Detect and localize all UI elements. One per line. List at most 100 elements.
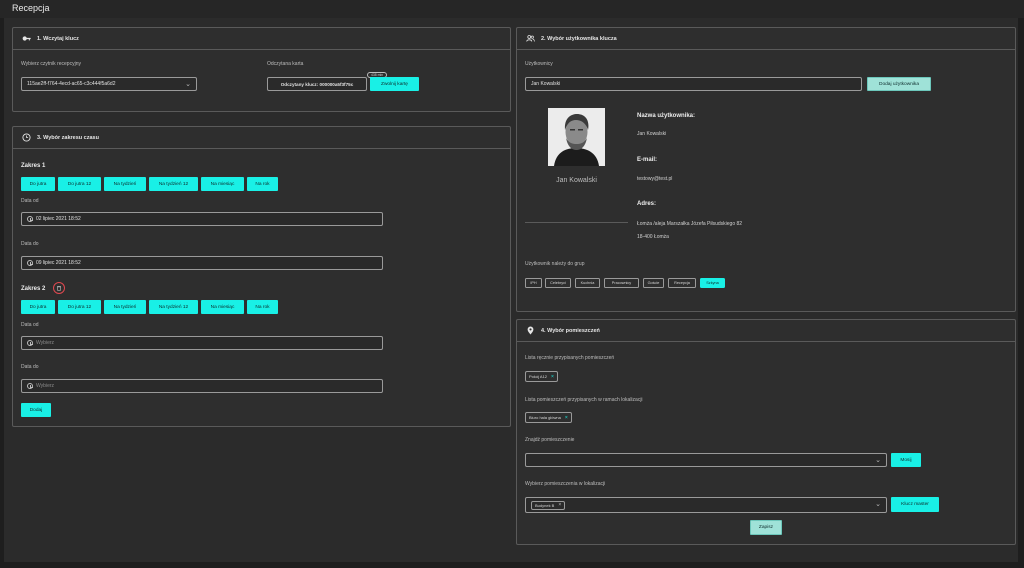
range2-from-input[interactable]: Wybierz bbox=[21, 336, 383, 350]
name-heading: Nazwa użytkownika: bbox=[637, 113, 696, 119]
range1-preset-button[interactable]: Na tydzień 12 bbox=[149, 177, 198, 191]
range2-preset-button[interactable]: Na rok bbox=[247, 300, 278, 314]
clock-icon bbox=[27, 340, 33, 346]
manual-room-tag: Pokój A12 × bbox=[525, 371, 558, 382]
user-card-name: Jan Kowalski bbox=[556, 177, 597, 184]
users-icon bbox=[525, 34, 535, 44]
range1-preset-button[interactable]: Do jutra bbox=[21, 177, 55, 191]
trash-icon bbox=[57, 286, 61, 291]
address-line2: 18-400 Łomża bbox=[637, 234, 669, 240]
location-pin-icon bbox=[525, 326, 535, 336]
group-chip: IPH bbox=[525, 278, 542, 288]
location-room-tag: Biuro hala główna × bbox=[525, 412, 572, 423]
range2-delete-button[interactable] bbox=[53, 282, 65, 294]
range1-title: Zakres 1 bbox=[21, 163, 46, 169]
choose-rooms-label: Wybierz pomieszczenia w lokalizacji bbox=[525, 481, 606, 487]
range2-preset-button[interactable]: Na tydzień bbox=[104, 300, 146, 314]
panel-read-key-title: 1. Wczytaj klucz bbox=[37, 35, 79, 42]
range2-from-label: Data od bbox=[21, 322, 39, 328]
reader-select[interactable]: 115ae2ff-f764-4ecd-ac65-c3c444f5a6d2 ⌄ bbox=[21, 77, 197, 91]
location-rooms-label: Lista pomieszczeń przypisanych w ramach … bbox=[525, 397, 643, 403]
chevron-down-icon: ⌄ bbox=[875, 457, 881, 464]
range2-title: Zakres 2 bbox=[21, 286, 46, 292]
location-room-tag-label: Biuro hala główna bbox=[529, 415, 561, 420]
range1-preset-button[interactable]: Na miesiąc bbox=[201, 177, 244, 191]
add-user-button[interactable]: Dodaj użytkownika bbox=[867, 77, 931, 91]
clock-icon bbox=[27, 383, 33, 389]
top-bar: Recepcja bbox=[0, 0, 1024, 18]
panel-user-title: 2. Wybór użytkownika klucza bbox=[541, 35, 617, 42]
master-key-button[interactable]: Klucz master bbox=[891, 497, 939, 512]
range2-to-label: Data do bbox=[21, 364, 39, 370]
manual-room-tag-label: Pokój A12 bbox=[529, 374, 548, 379]
card-label: Odczytana karta bbox=[267, 61, 304, 67]
email-heading: E-mail: bbox=[637, 157, 658, 163]
range2-preset-button[interactable]: Na tydzień 12 bbox=[149, 300, 198, 314]
panel-rooms-title: 4. Wybór pomieszczeń bbox=[541, 327, 600, 334]
range2-to-input[interactable]: Wybierz bbox=[21, 379, 383, 393]
range1-preset-button[interactable]: Na tydzień bbox=[104, 177, 146, 191]
chevron-down-icon: ⌄ bbox=[185, 81, 191, 88]
panel-rooms-header: 4. Wybór pomieszczeń bbox=[517, 320, 1015, 342]
range2-preset-button[interactable]: Na miesiąc bbox=[201, 300, 244, 314]
user-photo bbox=[548, 108, 605, 166]
groups-label: Użytkownik należy do grup bbox=[525, 261, 585, 267]
avatar bbox=[548, 108, 605, 166]
manual-rooms-label: Lista ręcznie przypisanych pomieszczeń bbox=[525, 355, 615, 361]
range1-from-value: 02 lipiec 2021 18:52 bbox=[36, 216, 81, 222]
range1-from-input[interactable]: 02 lipiec 2021 18:52 bbox=[21, 212, 383, 226]
clock-icon bbox=[27, 216, 33, 222]
user-card: Jan Kowalski bbox=[525, 108, 628, 223]
reader-label: Wybierz czytnik recepcyjny bbox=[21, 61, 81, 67]
panel-rooms: 4. Wybór pomieszczeń Lista ręcznie przyp… bbox=[516, 319, 1016, 545]
range1-to-label: Data do bbox=[21, 241, 39, 247]
panel-read-key: 1. Wczytaj klucz Wybierz czytnik recepcy… bbox=[12, 27, 511, 112]
save-button[interactable]: Zapisz bbox=[750, 520, 782, 535]
range1-preset-button[interactable]: Na rok bbox=[247, 177, 278, 191]
name-value: Jan Kowalski bbox=[637, 131, 667, 137]
reader-select-value: 115ae2ff-f764-4ecd-ac65-c3c444f5a6d2 bbox=[27, 81, 116, 87]
users-input[interactable]: Jan Kowalski bbox=[525, 77, 862, 91]
card-field: Odczytany klucz: 000000a5f3f75c bbox=[267, 77, 367, 91]
users-label: Użytkownicy bbox=[525, 61, 553, 67]
chevron-down-icon: ⌄ bbox=[875, 501, 881, 508]
add-range-button[interactable]: Dodaj bbox=[21, 403, 51, 417]
key-icon bbox=[21, 34, 31, 44]
remove-tag-icon[interactable]: × bbox=[551, 374, 554, 380]
email-value: testowy@test.pl bbox=[637, 176, 673, 182]
clock-icon bbox=[21, 133, 31, 143]
find-room-label: Znajdź pomieszczenie bbox=[525, 437, 575, 443]
range2-to-placeholder: Wybierz bbox=[36, 383, 55, 389]
address-line1: Łomża /aleja Marszałka Józefa Piłsudskie… bbox=[637, 221, 743, 227]
release-card-button[interactable]: Zwolnij kartę bbox=[370, 77, 419, 91]
find-room-button[interactable]: Mosij bbox=[891, 453, 921, 467]
card-value: Odczytany klucz: 000000a5f3f75c bbox=[280, 81, 354, 87]
range1-to-value: 09 lipiec 2021 18:52 bbox=[36, 260, 81, 266]
choose-rooms-select[interactable]: Budynek B × ⌄ bbox=[525, 497, 887, 513]
main-content: 1. Wczytaj klucz Wybierz czytnik recepcy… bbox=[4, 18, 1018, 562]
group-chip: Celebryci bbox=[545, 278, 571, 288]
building-tag-label: Budynek B bbox=[535, 502, 555, 508]
group-chip: Recepcja bbox=[668, 278, 696, 288]
range1-from-label: Data od bbox=[21, 198, 39, 204]
users-input-value: Jan Kowalski bbox=[531, 81, 561, 87]
range2-preset-button[interactable]: Do jutra 12 bbox=[58, 300, 101, 314]
group-chip: Kuchnia bbox=[575, 278, 600, 288]
panel-time-range: 3. Wybór zakresu czasu Zakres 1 Do jutra… bbox=[12, 126, 511, 427]
remove-tag-icon[interactable]: × bbox=[565, 415, 568, 421]
building-tag: Budynek B × bbox=[531, 500, 566, 510]
app-title: Recepcja bbox=[12, 3, 50, 13]
remove-tag-icon[interactable]: × bbox=[558, 502, 561, 508]
range2-from-placeholder: Wybierz bbox=[36, 340, 55, 346]
find-room-select[interactable]: ⌄ bbox=[525, 453, 887, 467]
group-chip: Pracownicy bbox=[604, 278, 639, 288]
panel-user: 2. Wybór użytkownika klucza Użytkownicy … bbox=[516, 27, 1016, 312]
group-chip-selected: Szkyna bbox=[700, 278, 725, 288]
panel-time-range-title: 3. Wybór zakresu czasu bbox=[37, 134, 99, 141]
range2-preset-button[interactable]: Do jutra bbox=[21, 300, 55, 314]
range1-to-input[interactable]: 09 lipiec 2021 18:52 bbox=[21, 256, 383, 270]
range1-preset-button[interactable]: Do jutra 12 bbox=[58, 177, 101, 191]
panel-time-range-header: 3. Wybór zakresu czasu bbox=[13, 127, 510, 149]
group-chip: Goście bbox=[643, 278, 664, 288]
panel-user-header: 2. Wybór użytkownika klucza bbox=[517, 28, 1015, 50]
